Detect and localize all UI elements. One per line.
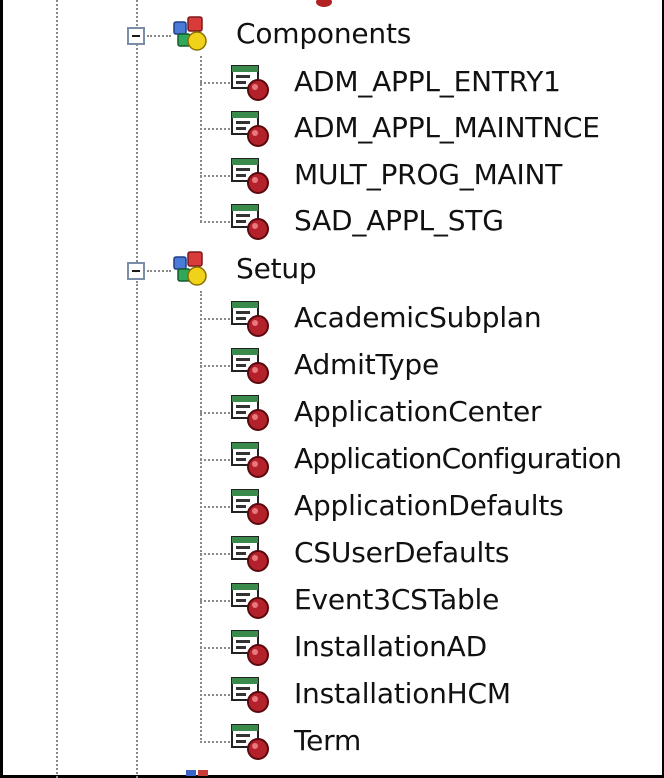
component-icon — [231, 395, 269, 431]
component-icon — [231, 583, 269, 619]
component-icon — [231, 301, 269, 337]
component-icon — [231, 677, 269, 713]
tree-item-label: AcademicSubplan — [294, 301, 542, 334]
connector — [200, 365, 230, 367]
component-icon — [231, 536, 269, 572]
tree-folder-label: Setup — [236, 252, 317, 285]
component-icon — [231, 724, 269, 760]
tree-item-label: ApplicationCenter — [294, 395, 542, 428]
tree-root-connector — [56, 0, 58, 778]
components-expander[interactable] — [127, 27, 145, 45]
tree-item-label: Term — [294, 724, 362, 757]
partial-icon-top — [316, 0, 332, 7]
component-folder-icon — [173, 251, 207, 286]
tree-item-label: SAD_APPL_STG — [294, 204, 504, 237]
tree-item-label: CSUserDefaults — [294, 536, 510, 569]
tree-item-label: InstallationAD — [294, 630, 487, 663]
component-icon — [231, 489, 269, 525]
connector — [200, 694, 230, 696]
component-icon — [231, 204, 269, 240]
tree-item-label: ApplicationConfiguration — [294, 442, 622, 475]
component-icon — [231, 630, 269, 666]
window-left-border — [0, 0, 3, 778]
tree-item-label: ApplicationDefaults — [294, 489, 564, 522]
connector — [200, 221, 230, 223]
component-folder-icon — [173, 16, 207, 51]
connector — [200, 82, 230, 84]
tree-item-label: AdmitType — [294, 348, 439, 381]
connector — [200, 459, 230, 461]
connector — [147, 35, 171, 37]
connector — [200, 600, 230, 602]
tree-view: Components ADM_APPL_ENTRY1 ADM_APPL_MAIN… — [0, 0, 664, 778]
component-icon — [231, 348, 269, 384]
tree-item-label: MULT_PROG_MAINT — [294, 158, 563, 191]
component-icon — [231, 111, 269, 147]
tree-item-label: ADM_APPL_ENTRY1 — [294, 65, 561, 98]
connector — [147, 270, 171, 272]
setup-expander[interactable] — [127, 262, 145, 280]
tree-level1-connector-continued — [136, 281, 138, 778]
component-icon — [231, 65, 269, 101]
connector — [200, 553, 230, 555]
connector — [200, 412, 230, 414]
components-children-connector — [200, 56, 202, 222]
tree-item-label: Event3CSTable — [294, 583, 500, 616]
partial-icon-bottom — [186, 770, 208, 776]
connector — [200, 318, 230, 320]
connector — [200, 175, 230, 177]
component-icon — [231, 158, 269, 194]
connector — [200, 128, 230, 130]
tree-item-label: ADM_APPL_MAINTNCE — [294, 111, 600, 144]
connector — [200, 741, 230, 743]
component-icon — [231, 442, 269, 478]
connector — [200, 506, 230, 508]
tree-folder-label: Components — [236, 17, 412, 50]
tree-item-label: InstallationHCM — [294, 677, 511, 710]
connector — [200, 647, 230, 649]
setup-children-connector — [200, 291, 202, 743]
